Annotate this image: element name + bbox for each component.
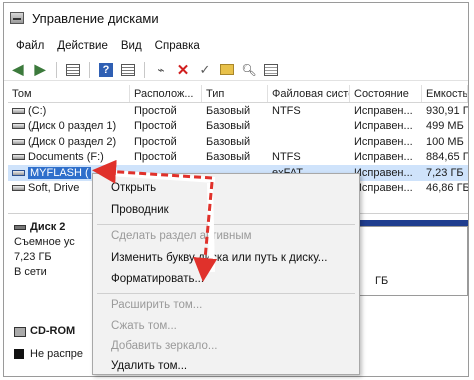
list-view-icon[interactable] bbox=[63, 61, 83, 79]
toolbar-separator bbox=[144, 61, 145, 78]
menu-format[interactable]: Форматировать... bbox=[111, 273, 204, 285]
drive-icon bbox=[12, 154, 25, 161]
volume-status: Исправен... bbox=[354, 120, 413, 133]
menu-explorer[interactable]: Проводник bbox=[111, 204, 169, 216]
search-folder-icon[interactable]: 🔍︎ bbox=[239, 61, 259, 79]
toolbar-separator bbox=[89, 61, 90, 78]
column-type[interactable]: Тип bbox=[202, 85, 268, 102]
volume-name: (C:) bbox=[28, 104, 47, 117]
legend-label: Не распре bbox=[30, 348, 84, 360]
column-status[interactable]: Состояние bbox=[350, 85, 422, 102]
disk-management-icon bbox=[10, 12, 24, 24]
legend-unallocated: Не распре bbox=[14, 348, 83, 360]
connect-icon[interactable]: ⌁ bbox=[151, 61, 171, 79]
forward-arrow-icon[interactable]: ▶ bbox=[30, 61, 50, 79]
cdrom-icon bbox=[14, 326, 26, 337]
menu-change-drive-letter[interactable]: Изменить букву диска или путь к диску... bbox=[111, 252, 327, 264]
disk-kind: Съемное ус bbox=[14, 236, 75, 248]
volume-layout: Простой bbox=[134, 104, 177, 117]
menu-view[interactable]: Вид bbox=[115, 37, 149, 57]
check-icon[interactable]: ✓ bbox=[195, 61, 215, 79]
volume-status: Исправен... bbox=[354, 182, 413, 195]
disk-size: 7,23 ГБ bbox=[14, 251, 52, 263]
volume-status: Исправен... bbox=[354, 151, 413, 164]
menu-help[interactable]: Справка bbox=[149, 37, 207, 57]
column-filesystem[interactable]: Файловая система bbox=[268, 85, 350, 102]
grid-view-icon[interactable] bbox=[118, 61, 138, 79]
column-volume[interactable]: Том bbox=[8, 85, 130, 102]
volume-name: Documents (F:) bbox=[28, 151, 104, 164]
delete-icon[interactable]: ✕ bbox=[173, 61, 193, 79]
volume-type: Базовый bbox=[206, 151, 251, 164]
table-row[interactable]: (Диск 0 раздел 1) Простой Базовый Исправ… bbox=[8, 119, 468, 135]
menu-bar: Файл Действие Вид Справка bbox=[4, 37, 207, 57]
drive-icon bbox=[12, 185, 25, 192]
menu-extend-volume[interactable]: Расширить том... bbox=[111, 299, 202, 311]
volume-name: (Диск 0 раздел 2) bbox=[28, 135, 117, 148]
menu-separator bbox=[97, 224, 355, 225]
disk-title: Диск 2 bbox=[30, 221, 66, 233]
drive-icon bbox=[12, 123, 25, 130]
disk-info-panel[interactable]: Диск 2 Съемное ус 7,23 ГБ В сети bbox=[14, 220, 94, 280]
menu-separator bbox=[97, 293, 355, 294]
folder-up-icon[interactable] bbox=[217, 61, 237, 79]
volume-capacity: 100 МБ bbox=[426, 135, 464, 148]
volume-capacity: 499 МБ bbox=[426, 120, 464, 133]
partition-status: ГБ bbox=[375, 275, 389, 287]
volume-fs: NTFS bbox=[272, 151, 301, 164]
volume-list-header: Том Располож... Тип Файловая система Сос… bbox=[8, 85, 468, 103]
column-capacity[interactable]: Емкость bbox=[422, 85, 468, 102]
volume-status: Исправен... bbox=[354, 104, 413, 117]
volume-fs: NTFS bbox=[272, 104, 301, 117]
back-arrow-icon[interactable]: ◀ bbox=[8, 61, 28, 79]
unallocated-swatch bbox=[14, 349, 24, 359]
volume-status: Исправен... bbox=[354, 166, 413, 179]
table-row[interactable]: Documents (F:) Простой Базовый NTFS Испр… bbox=[8, 150, 468, 166]
title-bar: Управление дисками bbox=[4, 3, 468, 33]
volume-capacity: 884,65 ГБ bbox=[426, 151, 468, 164]
volume-type: Базовый bbox=[206, 120, 251, 133]
window-title: Управление дисками bbox=[32, 10, 159, 26]
help-icon[interactable]: ? bbox=[96, 61, 116, 79]
volume-layout: Простой bbox=[134, 151, 177, 164]
volume-capacity: 7,23 ГБ bbox=[426, 166, 464, 179]
menu-shrink-volume[interactable]: Сжать том... bbox=[111, 320, 177, 332]
volume-capacity: 930,91 ГБ bbox=[426, 104, 468, 117]
menu-mark-active[interactable]: Сделать раздел активным bbox=[111, 230, 252, 242]
menu-add-mirror[interactable]: Добавить зеркало... bbox=[111, 340, 217, 352]
cdrom-title: CD-ROM bbox=[30, 325, 76, 337]
toolbar: ◀ ▶ ? ⌁ ✕ ✓ 🔍︎ bbox=[4, 59, 468, 81]
drive-icon bbox=[12, 138, 25, 145]
volume-layout: Простой bbox=[134, 135, 177, 148]
drive-icon bbox=[12, 107, 25, 114]
volume-name: Soft, Drive bbox=[28, 182, 80, 195]
properties-icon[interactable] bbox=[261, 61, 281, 79]
toolbar-separator bbox=[56, 61, 57, 78]
volume-capacity: 46,86 ГБ bbox=[426, 182, 468, 195]
flash-drive-icon bbox=[12, 169, 25, 176]
volume-type: Базовый bbox=[206, 104, 251, 117]
menu-action[interactable]: Действие bbox=[51, 37, 115, 57]
context-menu: Открыть Проводник Сделать раздел активны… bbox=[92, 173, 360, 375]
disk-icon bbox=[14, 225, 26, 230]
menu-file[interactable]: Файл bbox=[10, 37, 51, 57]
volume-status: Исправен... bbox=[354, 135, 413, 148]
table-row[interactable]: (C:) Простой Базовый NTFS Исправен... 93… bbox=[8, 103, 468, 119]
volume-name: (Диск 0 раздел 1) bbox=[28, 120, 117, 133]
table-row[interactable]: (Диск 0 раздел 2) Простой Базовый Исправ… bbox=[8, 134, 468, 150]
volume-layout: Простой bbox=[134, 120, 177, 133]
menu-delete-volume[interactable]: Удалить том... bbox=[111, 360, 187, 372]
cdrom-panel[interactable]: CD-ROM bbox=[14, 324, 75, 339]
volume-type: Базовый bbox=[206, 135, 251, 148]
volume-name: MYFLASH ( bbox=[28, 166, 91, 179]
column-layout[interactable]: Располож... bbox=[130, 85, 202, 102]
menu-open[interactable]: Открыть bbox=[111, 182, 156, 194]
disk-state: В сети bbox=[14, 266, 47, 278]
